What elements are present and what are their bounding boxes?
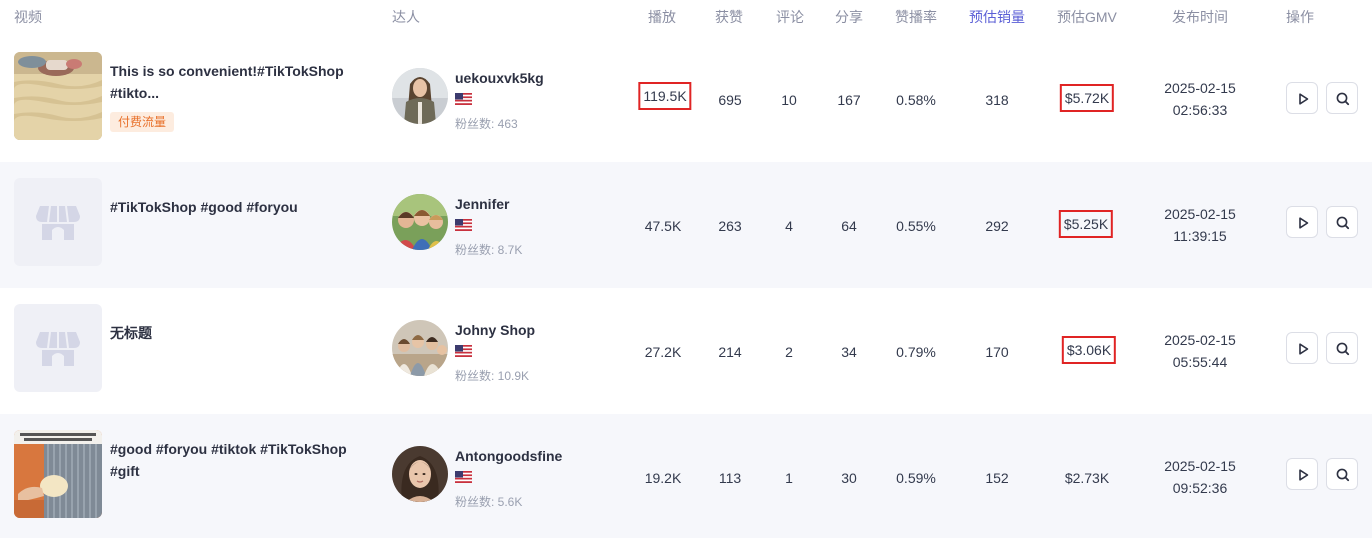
sales-value: 170 xyxy=(985,344,1009,360)
video-thumbnail[interactable] xyxy=(14,178,102,266)
creator-name[interactable]: Johny Shop xyxy=(455,322,535,338)
comments-value: 4 xyxy=(785,218,793,234)
publish-date: 2025-02-15 xyxy=(1164,458,1236,474)
play-icon xyxy=(1299,217,1309,229)
col-likes[interactable]: 获赞 xyxy=(715,7,743,27)
play-icon xyxy=(1299,93,1309,105)
avatar[interactable] xyxy=(392,68,448,124)
table-row[interactable]: #good #foryou #tiktok #TikTokShop #gift … xyxy=(0,414,1372,538)
like-rate-value: 0.59% xyxy=(896,470,936,486)
search-button[interactable] xyxy=(1326,206,1358,238)
avatar[interactable] xyxy=(392,446,448,502)
sales-value: 292 xyxy=(985,218,1009,234)
sales-value: 318 xyxy=(985,92,1009,108)
publish-clock: 09:52:36 xyxy=(1172,480,1228,496)
publish-clock: 02:56:33 xyxy=(1172,102,1228,118)
play-icon xyxy=(1299,469,1309,481)
video-title[interactable]: This is so convenient!#TikTokShop #tikto… xyxy=(110,60,360,104)
play-button[interactable] xyxy=(1286,458,1318,490)
publish-time: 2025-02-15 11:39:15 xyxy=(1160,203,1240,247)
play-button[interactable] xyxy=(1286,332,1318,364)
paid-traffic-badge: 付费流量 xyxy=(110,112,175,132)
sales-value: 152 xyxy=(985,470,1009,486)
search-button[interactable] xyxy=(1326,82,1358,114)
play-icon xyxy=(1299,343,1309,355)
search-button[interactable] xyxy=(1326,458,1358,490)
publish-time: 2025-02-15 02:56:33 xyxy=(1160,77,1240,121)
video-title[interactable]: 无标题 xyxy=(110,322,360,344)
avatar[interactable] xyxy=(392,194,448,250)
shares-value: 30 xyxy=(841,470,857,486)
us-flag-icon xyxy=(455,218,472,231)
col-creator: 达人 xyxy=(392,9,420,25)
col-actions: 操作 xyxy=(1286,9,1314,25)
plays-value: 47.5K xyxy=(644,218,682,234)
gmv-value: $2.73K xyxy=(1064,470,1110,486)
likes-value: 263 xyxy=(718,218,742,234)
shares-value: 167 xyxy=(837,92,861,108)
publish-date: 2025-02-15 xyxy=(1164,80,1236,96)
table-row[interactable]: This is so convenient!#TikTokShop #tikto… xyxy=(0,36,1372,162)
us-flag-icon xyxy=(455,470,472,483)
col-publish-time[interactable]: 发布时间 xyxy=(1172,7,1228,27)
video-placeholder-icon xyxy=(36,331,80,366)
follower-count: 粉丝数: 8.7K xyxy=(455,243,523,257)
publish-clock: 11:39:15 xyxy=(1173,228,1227,244)
search-icon xyxy=(1336,216,1350,230)
likes-value: 214 xyxy=(718,344,742,360)
follower-count: 粉丝数: 5.6K xyxy=(455,495,523,509)
publish-time: 2025-02-15 05:55:44 xyxy=(1160,329,1240,373)
creator-name[interactable]: uekouxvk5kg xyxy=(455,70,544,86)
likes-value: 695 xyxy=(718,92,742,108)
table-header: 视频 达人 播放 获赞 评论 分享 赞播率 预估销量 预估GMV 发布时间 操作 xyxy=(0,0,1372,36)
publish-date: 2025-02-15 xyxy=(1164,332,1236,348)
col-plays[interactable]: 播放 xyxy=(648,7,676,27)
comments-value: 10 xyxy=(781,92,797,108)
video-thumbnail[interactable] xyxy=(14,430,102,518)
table-row[interactable]: 无标题 Johny Shop 粉丝数: 10.9K 27.2K 214 2 34… xyxy=(0,288,1372,414)
col-est-sales[interactable]: 预估销量 xyxy=(969,7,1025,27)
gmv-value: $5.25K xyxy=(1058,210,1114,238)
us-flag-icon xyxy=(455,92,472,105)
col-est-gmv[interactable]: 预估GMV xyxy=(1057,7,1117,27)
video-thumbnail[interactable] xyxy=(14,304,102,392)
plays-value: 27.2K xyxy=(644,344,682,360)
comments-value: 1 xyxy=(785,470,793,486)
shares-value: 34 xyxy=(841,344,857,360)
table-row[interactable]: #TikTokShop #good #foryou Jennifer 粉丝数: … xyxy=(0,162,1372,288)
play-button[interactable] xyxy=(1286,82,1318,114)
publish-clock: 05:55:44 xyxy=(1172,354,1228,370)
video-title[interactable]: #good #foryou #tiktok #TikTokShop #gift xyxy=(110,438,360,482)
follower-count: 粉丝数: 463 xyxy=(455,117,518,131)
comments-value: 2 xyxy=(785,344,793,360)
search-button[interactable] xyxy=(1326,332,1358,364)
col-shares[interactable]: 分享 xyxy=(835,7,863,27)
search-icon xyxy=(1336,468,1350,482)
publish-time: 2025-02-15 09:52:36 xyxy=(1160,455,1240,499)
shares-value: 64 xyxy=(841,218,857,234)
avatar[interactable] xyxy=(392,320,448,376)
plays-value: 119.5K xyxy=(638,82,692,110)
likes-value: 113 xyxy=(718,470,742,486)
follower-count: 粉丝数: 10.9K xyxy=(455,369,530,383)
gmv-value: $5.72K xyxy=(1059,84,1115,112)
publish-date: 2025-02-15 xyxy=(1164,206,1236,222)
us-flag-icon xyxy=(455,344,472,357)
col-video: 视频 xyxy=(14,9,42,25)
search-icon xyxy=(1336,92,1350,106)
creator-name[interactable]: Jennifer xyxy=(455,196,509,212)
video-thumbnail[interactable] xyxy=(14,52,102,140)
creator-name[interactable]: Antongoodsfine xyxy=(455,448,562,464)
search-icon xyxy=(1336,342,1350,356)
like-rate-value: 0.79% xyxy=(896,344,936,360)
play-button[interactable] xyxy=(1286,206,1318,238)
col-like-rate[interactable]: 赞播率 xyxy=(895,7,937,27)
like-rate-value: 0.58% xyxy=(896,92,936,108)
gmv-value: $3.06K xyxy=(1061,336,1117,364)
plays-value: 19.2K xyxy=(644,470,682,486)
col-comments[interactable]: 评论 xyxy=(776,7,804,27)
video-title[interactable]: #TikTokShop #good #foryou xyxy=(110,196,360,218)
like-rate-value: 0.55% xyxy=(896,218,936,234)
video-placeholder-icon xyxy=(36,205,80,240)
